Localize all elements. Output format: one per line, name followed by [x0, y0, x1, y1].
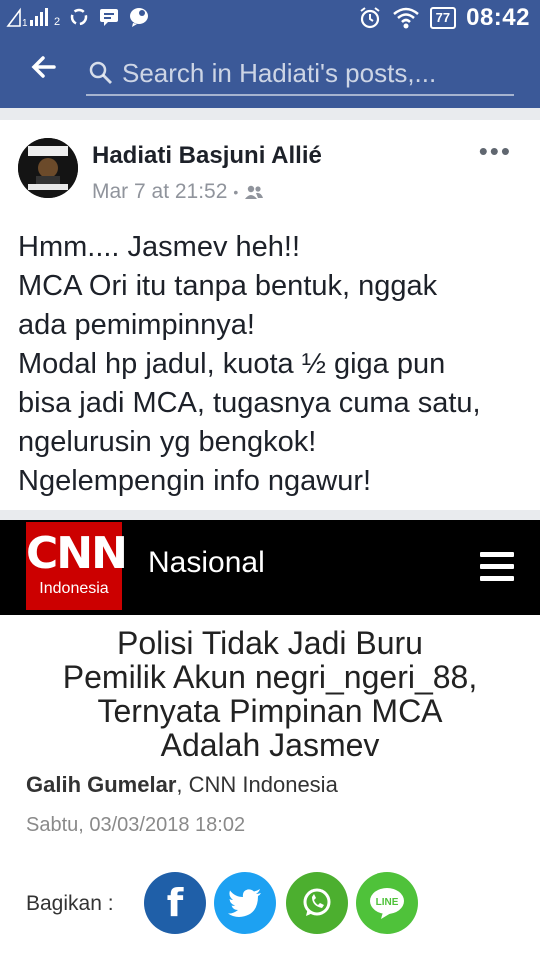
- status-bar: 1 2 77 08:42: [0, 0, 540, 38]
- message-icon: [100, 9, 119, 26]
- sync-icon: [70, 8, 88, 26]
- post-line: bisa jadi MCA, tugasnya cuma satu,: [18, 387, 481, 419]
- messenger-icon: [130, 8, 149, 27]
- more-options-icon[interactable]: •••: [479, 136, 512, 167]
- headline-line: Ternyata Pimpinan MCA: [97, 693, 443, 729]
- headline-line: Adalah Jasmev: [160, 727, 380, 763]
- post-line: MCA Ori itu tanpa bentuk, nggak: [18, 270, 438, 302]
- article-headline: Polisi Tidak Jadi Buru Pemilik Akun negr…: [20, 626, 520, 762]
- meta-separator: •: [233, 184, 239, 200]
- sim-label: 1: [22, 18, 28, 28]
- article-byline: Galih Gumelar, CNN Indonesia: [26, 772, 338, 798]
- share-label: Bagikan :: [26, 892, 114, 915]
- line-glyph: LINE: [376, 897, 399, 908]
- battery-indicator: 77: [429, 7, 457, 29]
- post-line: Modal hp jadul, kuota ½ giga pun: [18, 348, 446, 380]
- avatar-image: [18, 138, 78, 198]
- shared-image[interactable]: CNN Indonesia Nasional Polisi Tidak Jadi…: [0, 520, 540, 960]
- post-line: Ngelempengin info ngawur!: [18, 465, 372, 497]
- post-body: Hmm.... Jasmev heh!! MCA Ori itu tanpa b…: [18, 228, 528, 501]
- cnn-logo-subtext: Indonesia: [39, 580, 109, 597]
- post-line: ngelurusin yg bengkok!: [18, 426, 317, 458]
- status-right-icons: 77 08:42: [358, 4, 530, 32]
- wifi-icon: [392, 7, 419, 29]
- menu-icon: [480, 552, 514, 582]
- headline-line: Polisi Tidak Jadi Buru: [117, 625, 423, 661]
- clock: 08:42: [466, 4, 530, 31]
- alarm-icon: [360, 7, 380, 29]
- back-arrow-icon: [31, 56, 56, 78]
- signal-icon: 1: [6, 7, 48, 28]
- search-header: Search in Hadiati's posts,...: [0, 38, 540, 108]
- cnn-header: CNN Indonesia Nasional: [0, 520, 540, 615]
- article-date: Sabtu, 03/03/2018 18:02: [26, 814, 246, 836]
- post-timestamp[interactable]: Mar 7 at 21:52: [92, 180, 227, 204]
- post-meta: Mar 7 at 21:52 •: [92, 180, 264, 204]
- section-title: Nasional: [148, 546, 265, 579]
- search-input[interactable]: Search in Hadiati's posts,...: [86, 52, 514, 96]
- facebook-icon: f: [144, 872, 206, 934]
- line-icon: LINE: [356, 872, 418, 934]
- headline-line: Pemilik Akun negri_ngeri_88,: [62, 659, 478, 695]
- search-icon: [86, 58, 116, 88]
- byline-source: , CNN Indonesia: [176, 772, 338, 797]
- post-card: Hadiati Basjuni Allié Mar 7 at 21:52 • •…: [0, 120, 540, 510]
- cnn-logo: CNN Indonesia: [26, 522, 128, 610]
- twitter-icon: [214, 872, 276, 934]
- search-placeholder: Search in Hadiati's posts,...: [122, 57, 437, 88]
- back-button[interactable]: [24, 52, 64, 92]
- friends-audience-icon: [245, 185, 264, 199]
- post-author[interactable]: Hadiati Basjuni Allié: [92, 142, 322, 170]
- cnn-logo-text: CNN: [26, 528, 128, 579]
- whatsapp-icon: [286, 872, 348, 934]
- post-line: Hmm.... Jasmev heh!!: [18, 231, 301, 263]
- avatar[interactable]: [18, 138, 78, 198]
- sim2-label: 2: [54, 16, 61, 28]
- post-line: ada pemimpinnya!: [18, 309, 255, 341]
- status-left-icons: 1 2: [6, 6, 150, 28]
- byline-name: Galih Gumelar: [26, 772, 177, 797]
